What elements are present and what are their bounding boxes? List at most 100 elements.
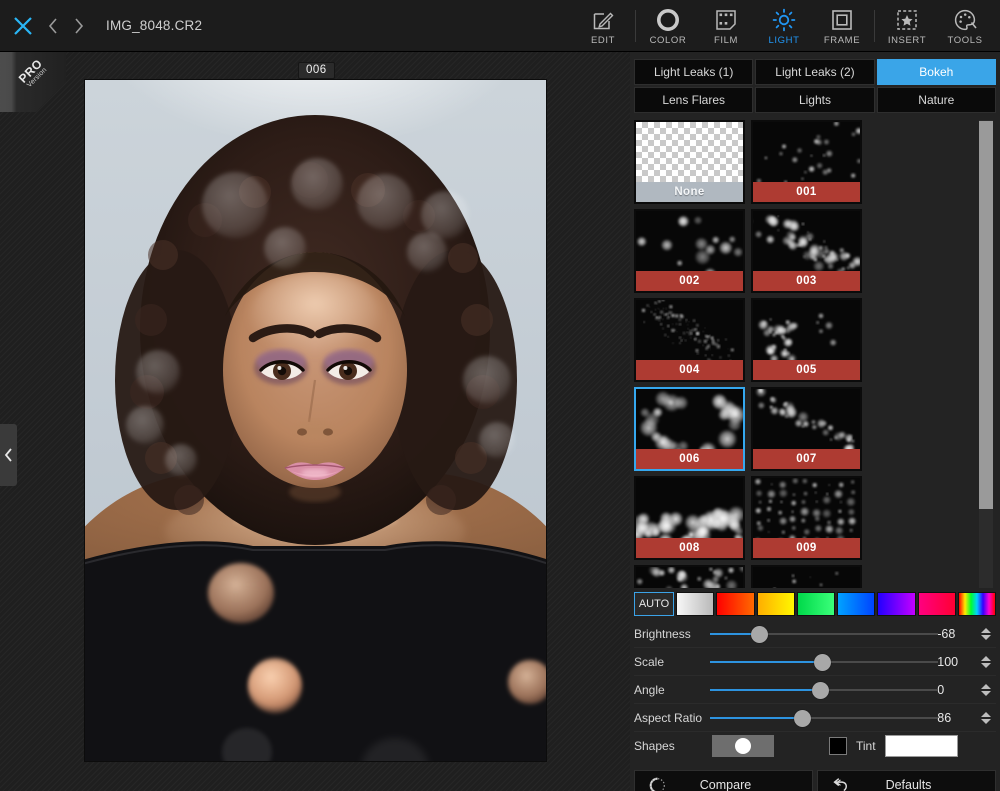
stepper-down-icon[interactable] bbox=[981, 662, 992, 668]
thumbnail-004[interactable]: 004 bbox=[634, 298, 745, 382]
thumbnail-label: 004 bbox=[636, 360, 743, 380]
pro-label: PRO bbox=[15, 56, 46, 86]
swatch-cyan-blue[interactable] bbox=[837, 592, 876, 616]
previous-image-button[interactable] bbox=[40, 9, 66, 43]
toolbar-divider-2 bbox=[874, 9, 875, 42]
chevron-left-icon bbox=[48, 17, 57, 34]
category-bokeh[interactable]: Bokeh bbox=[876, 59, 996, 85]
thumbnail-label: 008 bbox=[636, 538, 743, 558]
close-x-icon bbox=[14, 16, 32, 35]
tab-insert-label: INSERT bbox=[887, 34, 927, 46]
tint-color-chip[interactable] bbox=[829, 737, 847, 755]
slider-stepper-brightness[interactable] bbox=[976, 627, 996, 640]
slider-stepper-angle[interactable] bbox=[976, 683, 996, 696]
swatch-green[interactable] bbox=[796, 592, 835, 616]
tab-frame[interactable]: FRAME bbox=[813, 0, 871, 52]
category-lights[interactable]: Lights bbox=[755, 87, 875, 113]
effects-panel: Light Leaks (1) Light Leaks (2) Bokeh Le… bbox=[630, 52, 1000, 791]
slider-angle[interactable] bbox=[710, 676, 939, 704]
stepper-up-icon[interactable] bbox=[981, 683, 992, 689]
canvas-area: 006 PRO Version bbox=[0, 52, 630, 791]
thumbnail-009[interactable]: 009 bbox=[751, 476, 862, 560]
shapes-selector[interactable] bbox=[712, 735, 774, 757]
thumbnail-008[interactable]: 008 bbox=[634, 476, 745, 560]
stepper-down-icon[interactable] bbox=[981, 634, 992, 640]
swatch-red-orange[interactable] bbox=[716, 592, 755, 616]
tab-light-label: LIGHT bbox=[768, 34, 800, 46]
slider-fill bbox=[710, 688, 820, 691]
category-lens-flares[interactable]: Lens Flares bbox=[634, 87, 754, 113]
slider-row-scale: Scale 100 bbox=[634, 648, 996, 676]
thumbnail-list[interactable]: None001002003004005006007008009010011012… bbox=[634, 120, 996, 588]
stepper-down-icon[interactable] bbox=[981, 718, 992, 724]
thumbnail-preview-010 bbox=[636, 567, 743, 588]
slider-label-scale: Scale bbox=[634, 654, 665, 669]
category-nature[interactable]: Nature bbox=[876, 87, 996, 113]
thumbnail-007[interactable]: 007 bbox=[751, 387, 862, 471]
thumbnail-label: 001 bbox=[753, 182, 860, 202]
thumbnail-011[interactable]: 011 bbox=[751, 565, 862, 588]
chevron-left-icon bbox=[4, 448, 12, 462]
compare-circle-icon bbox=[635, 777, 679, 791]
thumbnail-006[interactable]: 006 bbox=[634, 387, 745, 471]
thumbnail-005[interactable]: 005 bbox=[751, 298, 862, 382]
compare-label: Compare bbox=[699, 778, 752, 791]
stepper-up-icon[interactable] bbox=[981, 711, 992, 717]
slider-brightness[interactable] bbox=[710, 620, 939, 648]
tab-light[interactable]: LIGHT bbox=[755, 0, 813, 52]
pro-ribbon-shape bbox=[0, 52, 66, 112]
photo-editor-app: IMG_8048.CR2 EDIT COLOR FILM LIGHT FRAME… bbox=[0, 0, 1000, 791]
thumbnail-label: 005 bbox=[753, 360, 860, 380]
slider-row-brightness: Brightness -68 bbox=[634, 620, 996, 648]
thumbnail-001[interactable]: 001 bbox=[751, 120, 862, 204]
slider-aspect-ratio[interactable] bbox=[710, 704, 939, 732]
slider-handle-scale[interactable] bbox=[813, 653, 831, 671]
stepper-up-icon[interactable] bbox=[981, 655, 992, 661]
action-row-1: Compare Defaults bbox=[634, 770, 996, 791]
slider-stepper-aspect-ratio[interactable] bbox=[976, 711, 996, 724]
tab-color[interactable]: COLOR bbox=[639, 0, 697, 52]
thumbnail-002[interactable]: 002 bbox=[634, 209, 745, 293]
color-swatch-strip: AUTO bbox=[634, 592, 996, 616]
close-button[interactable] bbox=[6, 9, 40, 43]
category-light-leaks-1[interactable]: Light Leaks (1) bbox=[634, 59, 754, 85]
compare-button[interactable]: Compare bbox=[634, 770, 813, 791]
swatch-blue-violet[interactable] bbox=[877, 592, 916, 616]
action-buttons: Compare Defaults bbox=[634, 770, 996, 791]
defaults-button[interactable]: Defaults bbox=[817, 770, 996, 791]
slider-scale[interactable] bbox=[710, 648, 939, 676]
circle-shape-icon bbox=[735, 738, 751, 754]
next-image-button[interactable] bbox=[66, 9, 92, 43]
thumbnail-none[interactable]: None bbox=[634, 120, 745, 204]
slider-handle-brightness[interactable] bbox=[751, 625, 769, 643]
thumbnail-scrollbar-thumb[interactable] bbox=[979, 121, 993, 509]
stepper-up-icon[interactable] bbox=[981, 627, 992, 633]
auto-color-button[interactable]: AUTO bbox=[634, 592, 674, 616]
tab-edit[interactable]: EDIT bbox=[574, 0, 632, 52]
tab-insert[interactable]: INSERT bbox=[878, 0, 936, 52]
stepper-down-icon[interactable] bbox=[981, 690, 992, 696]
thumbnail-label: 003 bbox=[753, 271, 860, 291]
swatch-yellow-gold[interactable] bbox=[756, 592, 795, 616]
left-panel-collapse-handle[interactable] bbox=[0, 424, 17, 486]
slider-stepper-scale[interactable] bbox=[976, 655, 996, 668]
slider-value-brightness: -68 bbox=[937, 626, 956, 641]
tint-color-field[interactable] bbox=[884, 735, 958, 757]
thumbnail-003[interactable]: 003 bbox=[751, 209, 862, 293]
swatch-magenta-pink[interactable] bbox=[917, 592, 956, 616]
module-tabs: EDIT COLOR FILM LIGHT FRAME INSERT TOOLS bbox=[574, 0, 1000, 52]
defaults-label: Defaults bbox=[885, 778, 932, 791]
slider-handle-aspect-ratio[interactable] bbox=[793, 709, 811, 727]
thumbnail-010[interactable]: 010 bbox=[634, 565, 745, 588]
swatch-white-gray[interactable] bbox=[676, 592, 715, 616]
undo-arrow-icon bbox=[818, 777, 862, 791]
tab-film[interactable]: FILM bbox=[697, 0, 755, 52]
category-light-leaks-2[interactable]: Light Leaks (2) bbox=[755, 59, 875, 85]
thumbnail-label: 002 bbox=[636, 271, 743, 291]
tab-tools[interactable]: TOOLS bbox=[936, 0, 994, 52]
slider-value-aspect-ratio: 86 bbox=[937, 710, 952, 725]
swatch-rainbow[interactable] bbox=[957, 592, 996, 616]
slider-handle-angle[interactable] bbox=[811, 681, 829, 699]
category-row-1: Light Leaks (1) Light Leaks (2) Bokeh bbox=[634, 59, 996, 85]
photo-preview[interactable] bbox=[85, 80, 546, 761]
